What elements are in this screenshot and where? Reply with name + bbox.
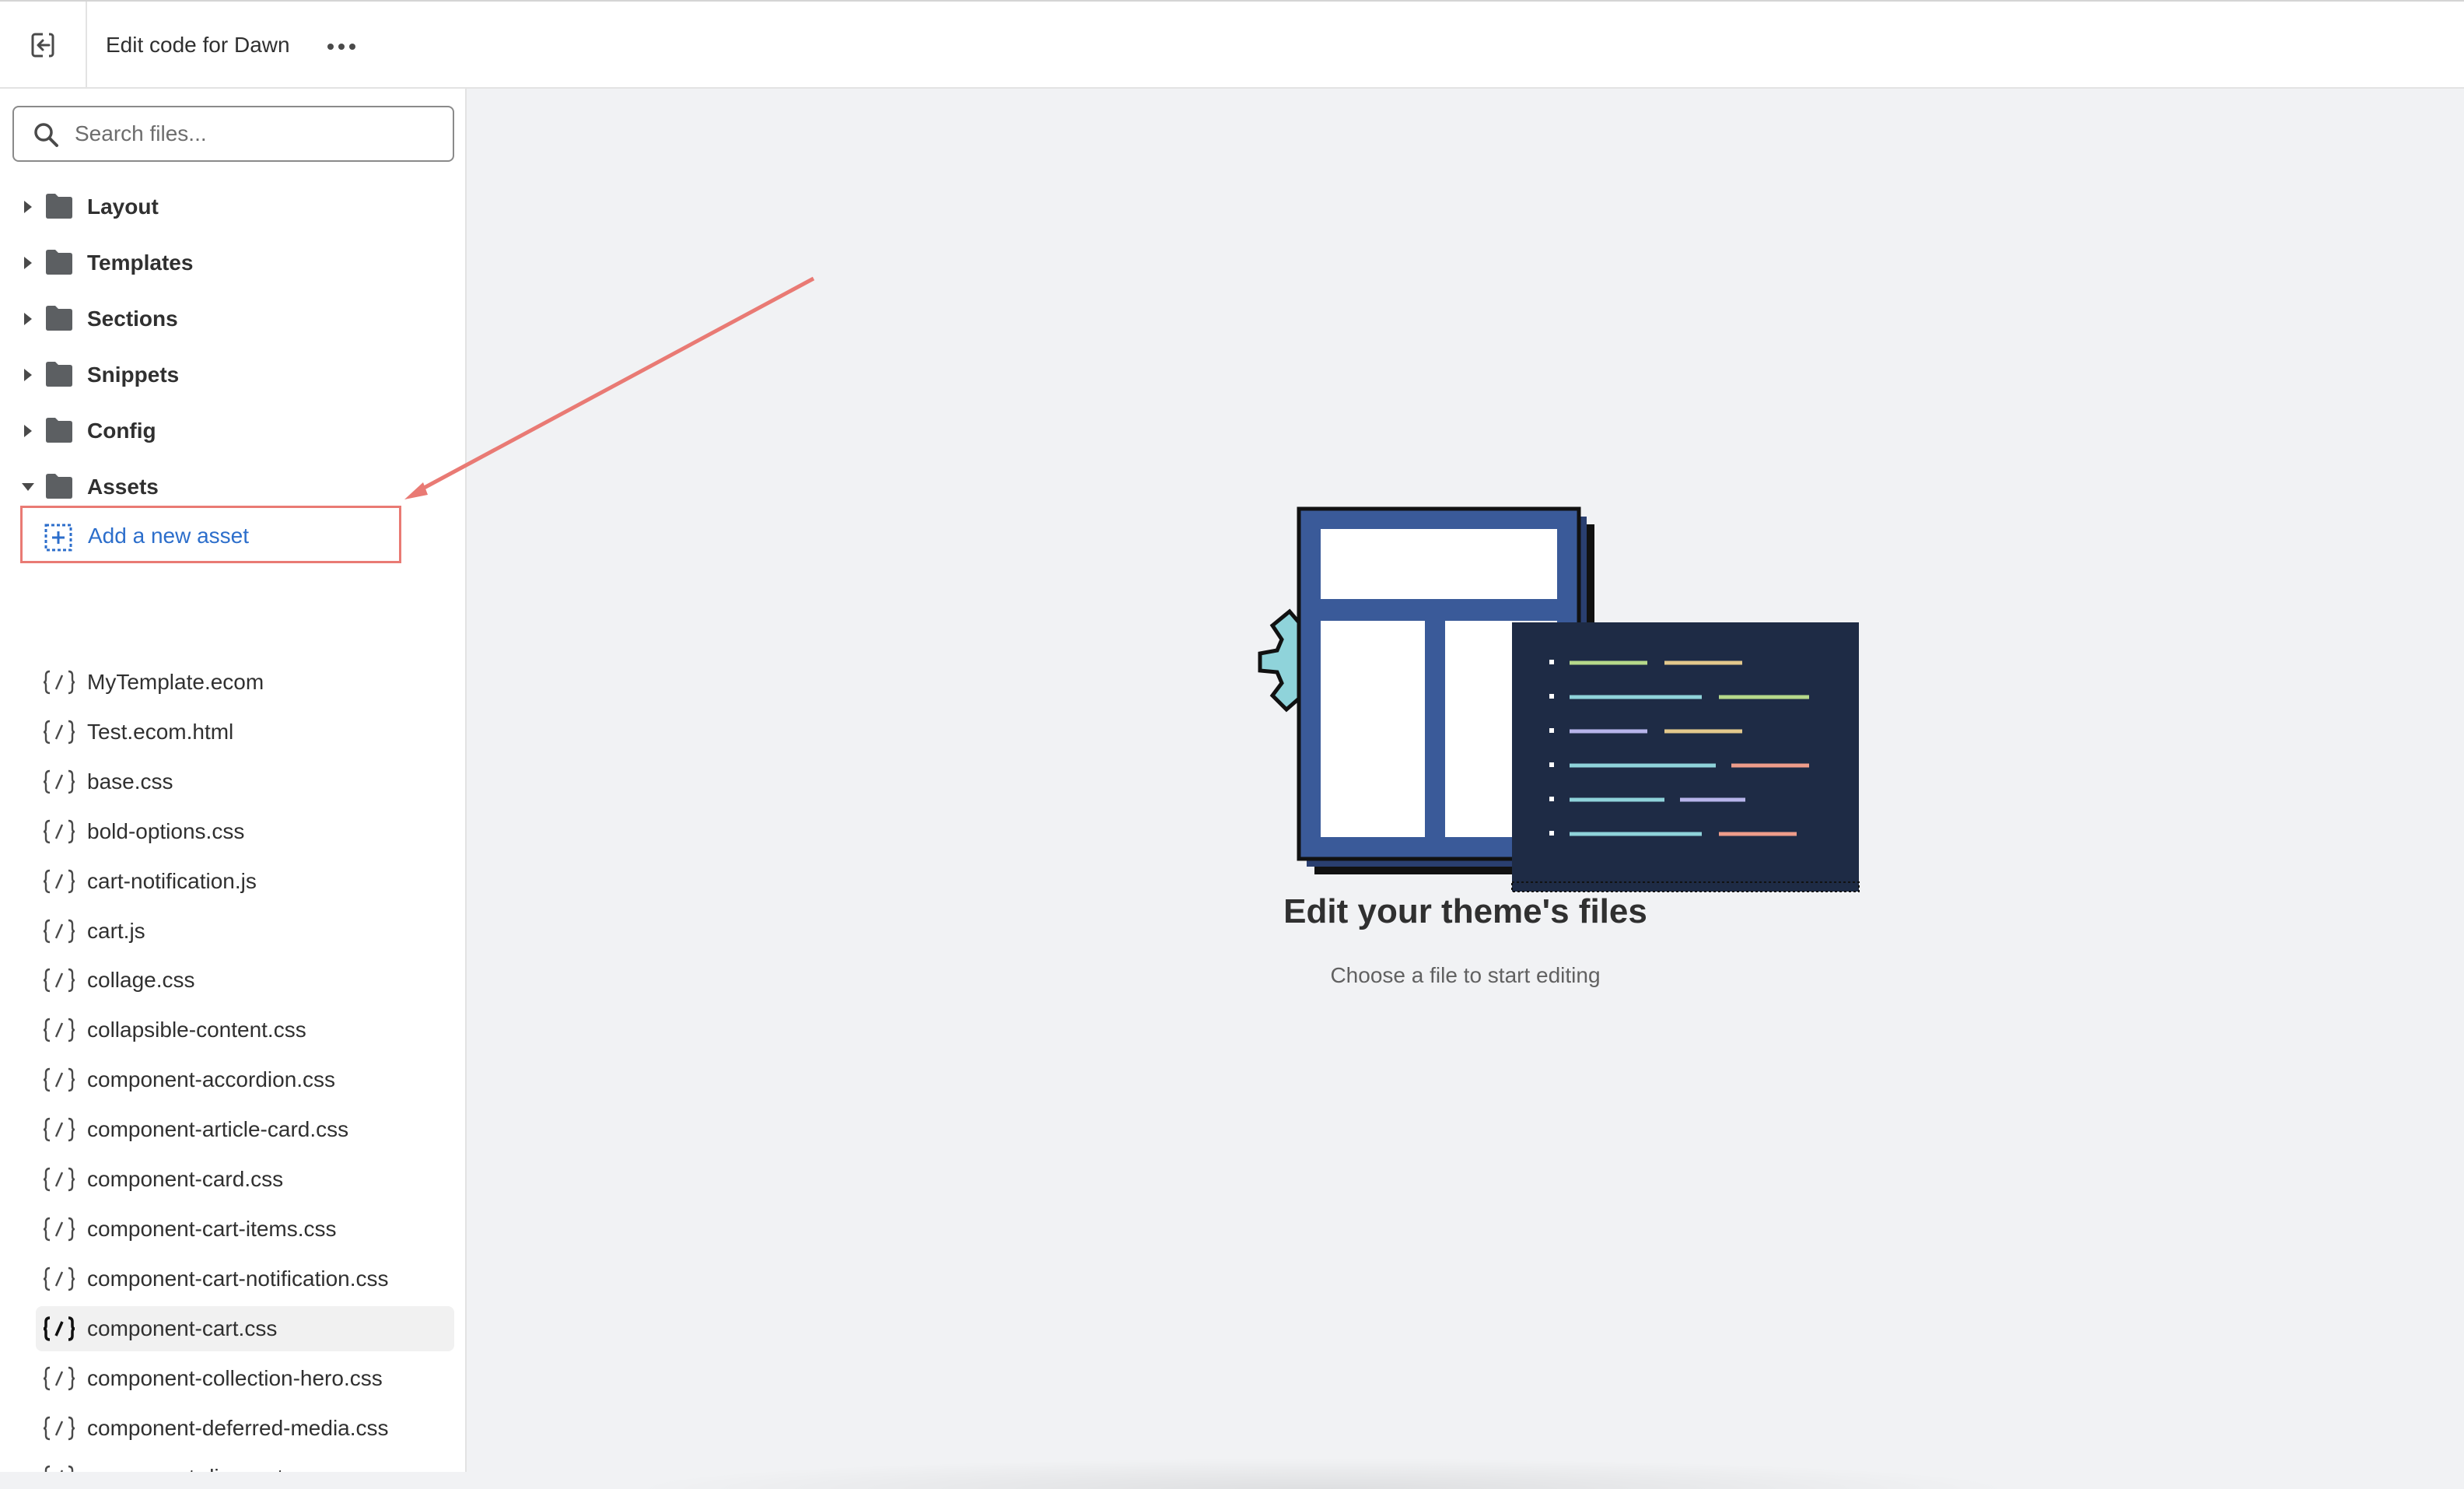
- asset-file-name: component-article-card.css: [87, 1117, 349, 1142]
- folder-config[interactable]: Config: [0, 406, 465, 456]
- ellipsis-icon-dot: [349, 44, 355, 50]
- file-sidebar: Layout Templates Sections Snippets Confi…: [0, 89, 467, 1472]
- caret-down-icon: [22, 483, 34, 491]
- folder-label: Templates: [87, 251, 194, 275]
- code-file-icon: [43, 869, 75, 893]
- ellipsis-icon-dot: [327, 44, 334, 50]
- code-file-icon: [43, 720, 75, 744]
- asset-file-row[interactable]: cart.js: [36, 909, 454, 954]
- code-file-icon: [43, 769, 75, 794]
- asset-file-row[interactable]: bold-options.css: [36, 809, 454, 854]
- search-icon: [34, 123, 58, 147]
- asset-file-row[interactable]: component-cart-notification.css: [36, 1256, 454, 1302]
- ellipsis-icon-dot: [338, 44, 345, 50]
- asset-file-name: component-cart.css: [87, 1316, 278, 1340]
- folder-icon: [46, 418, 72, 443]
- asset-file-row[interactable]: MyTemplate.ecom: [36, 660, 454, 705]
- add-new-asset-button[interactable]: Add a new asset: [20, 506, 401, 563]
- code-file-icon: [43, 1416, 75, 1440]
- asset-file-name: component-collection-hero.css: [87, 1365, 383, 1390]
- asset-file-row[interactable]: cart-notification.js: [36, 859, 454, 904]
- folder-snippets[interactable]: Snippets: [0, 350, 465, 400]
- asset-file-name: component-card.css: [87, 1167, 284, 1191]
- code-file-icon: [43, 1018, 75, 1042]
- asset-file-row[interactable]: component-accordion.css: [36, 1057, 454, 1102]
- caret-right-icon: [24, 425, 32, 437]
- asset-file-row[interactable]: component-cart-items.css: [36, 1207, 454, 1252]
- asset-file-row[interactable]: component-card.css: [36, 1157, 454, 1202]
- code-file-icon: [43, 969, 75, 993]
- asset-file-name: component-cart-items.css: [87, 1216, 337, 1241]
- exit-button[interactable]: [0, 2, 87, 89]
- exit-arrow-icon: [31, 33, 54, 58]
- folder-icon: [46, 474, 72, 499]
- search-field[interactable]: [12, 106, 454, 162]
- asset-file-name: collage.css: [87, 968, 195, 993]
- code-file-icon: [43, 1167, 75, 1192]
- asset-file-name: Test.ecom.html: [87, 719, 234, 744]
- folder-label: Layout: [87, 194, 159, 219]
- asset-file-name: component-accordion.css: [87, 1067, 336, 1092]
- page-title: Edit code for Dawn: [106, 33, 290, 57]
- folder-icon: [46, 250, 72, 275]
- asset-file-name: cart-notification.js: [87, 868, 257, 893]
- code-file-icon: [43, 819, 75, 843]
- asset-file-row[interactable]: collapsible-content.css: [36, 1007, 454, 1053]
- asset-file-row[interactable]: component-cart.css: [36, 1305, 454, 1351]
- code-file-icon: [43, 670, 75, 695]
- asset-file-row[interactable]: component-collection-hero.css: [36, 1356, 454, 1401]
- asset-file-name: bold-options.css: [87, 818, 245, 843]
- code-file-icon: [43, 1217, 75, 1242]
- code-file-icon: [43, 1117, 75, 1142]
- more-actions-button[interactable]: [320, 33, 362, 61]
- code-file-icon: [43, 1316, 75, 1341]
- asset-file-row[interactable]: component-article-card.css: [36, 1107, 454, 1152]
- folder-sections[interactable]: Sections: [0, 294, 465, 344]
- empty-state-subtitle: Choose a file to start editing: [1330, 963, 1601, 987]
- folder-label: Assets: [87, 475, 159, 499]
- asset-file-row[interactable]: Test.ecom.html: [36, 709, 454, 755]
- asset-file-name: component-discounts.css: [87, 1463, 333, 1472]
- folder-templates[interactable]: Templates: [0, 238, 465, 288]
- folder-icon: [46, 362, 72, 387]
- add-file-icon: [44, 524, 72, 552]
- asset-file-row[interactable]: component-discounts.css: [36, 1455, 454, 1472]
- caret-right-icon: [24, 369, 32, 381]
- search-input[interactable]: [75, 118, 440, 149]
- asset-file-row[interactable]: component-deferred-media.css: [36, 1406, 454, 1451]
- add-new-asset-label: Add a new asset: [88, 524, 250, 548]
- bottom-shadow: [622, 1458, 2022, 1489]
- folder-label: Snippets: [87, 363, 180, 387]
- folder-label: Config: [87, 419, 156, 443]
- folder-label: Sections: [87, 307, 178, 331]
- folder-assets[interactable]: Assets: [0, 462, 465, 512]
- code-file-icon: [43, 1366, 75, 1390]
- caret-right-icon: [24, 201, 32, 213]
- code-file-icon: [43, 1267, 75, 1291]
- asset-file-name: cart.js: [87, 918, 145, 943]
- caret-right-icon: [24, 313, 32, 325]
- code-file-icon: [43, 919, 75, 943]
- caret-right-icon: [24, 257, 32, 269]
- folder-icon: [46, 306, 72, 331]
- top-bar: Edit code for Dawn: [0, 0, 2464, 89]
- asset-file-name: MyTemplate.ecom: [87, 670, 264, 694]
- asset-file-row[interactable]: base.css: [36, 759, 454, 804]
- asset-file-name: component-deferred-media.css: [87, 1415, 389, 1440]
- code-file-icon: [43, 1067, 75, 1092]
- folder-icon: [46, 194, 72, 219]
- empty-state-title: Edit your theme's files: [1283, 892, 1647, 930]
- asset-file-row[interactable]: collage.css: [36, 958, 454, 1003]
- asset-file-name: base.css: [87, 769, 173, 794]
- code-file-icon: [44, 1466, 74, 1472]
- asset-file-name: component-cart-notification.css: [87, 1266, 389, 1291]
- asset-file-name: collapsible-content.css: [87, 1018, 306, 1042]
- editor-empty-state: Edit your theme's files Choose a file to…: [467, 89, 2464, 1489]
- folder-layout[interactable]: Layout: [0, 182, 465, 232]
